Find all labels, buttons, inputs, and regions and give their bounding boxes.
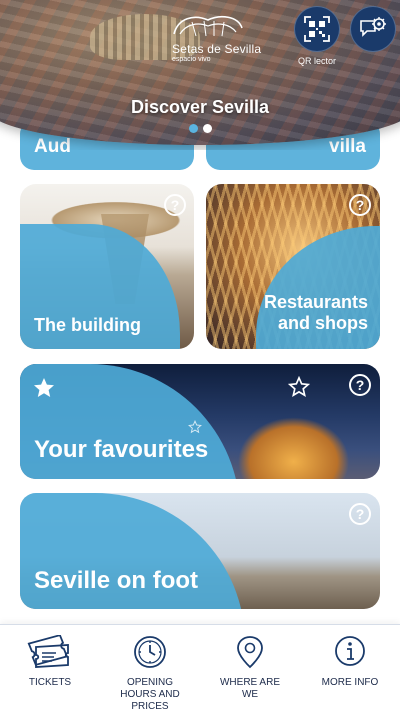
nav-tickets[interactable]: TICKETS bbox=[0, 625, 100, 711]
carousel-title: Discover Sevilla bbox=[130, 97, 270, 117]
nav-opening-hours-label-line-3: PRICES bbox=[131, 701, 169, 711]
nav-where-are-we-label-line-1: WHERE ARE bbox=[219, 677, 280, 688]
qr-code-icon bbox=[304, 16, 330, 42]
nav-tickets-label: TICKETS bbox=[28, 677, 72, 688]
nav-where-are-we-label-line-2: WE bbox=[241, 689, 259, 700]
header: Setas de Sevilla espacio vivo QR lector … bbox=[0, 0, 400, 150]
svg-text:?: ? bbox=[356, 377, 365, 393]
qr-reader-button[interactable] bbox=[294, 6, 340, 52]
restaurants-and-shops-card[interactable]: ? Restaurants and shops bbox=[206, 184, 380, 349]
logo-mark-icon bbox=[173, 15, 243, 37]
the-building-card[interactable]: ? The building bbox=[20, 184, 194, 349]
carousel-pagination bbox=[0, 124, 400, 133]
card-title: Seville on foot bbox=[34, 567, 199, 594]
card-title-line-2: and shops bbox=[277, 313, 368, 334]
star-icon bbox=[34, 378, 54, 397]
qr-reader-label: QR lector bbox=[297, 56, 336, 66]
ticket-icon bbox=[27, 635, 69, 668]
nav-opening-hours-label-line-2: HOURS AND bbox=[120, 689, 180, 700]
carousel-dot-2[interactable] bbox=[202, 124, 212, 133]
nav-where-are-we[interactable]: WHERE ARE WE bbox=[200, 625, 300, 711]
svg-text:?: ? bbox=[356, 197, 365, 213]
nav-opening-hours-label-line-1: OPENING bbox=[126, 677, 174, 688]
nav-opening-hours-label: OPENING HOURS AND PRICES bbox=[100, 677, 200, 711]
carousel-dot-1[interactable] bbox=[188, 124, 198, 133]
logo-title: Setas de Sevilla bbox=[172, 42, 262, 56]
clock-icon bbox=[134, 636, 166, 668]
svg-text:?: ? bbox=[171, 197, 180, 213]
info-icon bbox=[335, 636, 365, 666]
help-icon[interactable]: ? bbox=[348, 502, 372, 526]
card-title: Your favourites bbox=[34, 436, 209, 463]
star-outline-icon[interactable] bbox=[288, 376, 310, 398]
settings-chat-icon bbox=[360, 17, 386, 37]
nav-where-are-we-label: WHERE ARE WE bbox=[200, 677, 300, 701]
location-pin-icon bbox=[237, 636, 263, 669]
nav-more-info[interactable]: MORE INFO bbox=[300, 625, 400, 711]
card-title-line-1: Restaurants bbox=[263, 292, 368, 312]
logo-subtitle: espacio vivo bbox=[172, 56, 211, 63]
card-title: The building bbox=[34, 315, 141, 335]
help-icon[interactable]: ? bbox=[348, 193, 372, 217]
svg-text:?: ? bbox=[356, 506, 365, 522]
seville-on-foot-card[interactable]: ? Seville on foot bbox=[20, 493, 380, 609]
your-favourites-card[interactable]: ? Your favourites bbox=[20, 364, 380, 479]
nav-opening-hours[interactable]: OPENING HOURS AND PRICES bbox=[100, 625, 200, 711]
card-title: Restaurants and shops bbox=[264, 292, 368, 334]
help-icon[interactable]: ? bbox=[163, 193, 187, 217]
star-outline-icon bbox=[188, 420, 202, 434]
bottom-navigation: TICKETS OPENING HOURS AND PRICES WHERE A… bbox=[0, 624, 400, 711]
app-logo: Setas de Sevilla espacio vivo bbox=[160, 12, 270, 68]
help-icon[interactable]: ? bbox=[348, 373, 372, 397]
nav-more-info-label: MORE INFO bbox=[321, 677, 379, 688]
settings-button[interactable] bbox=[350, 6, 396, 52]
